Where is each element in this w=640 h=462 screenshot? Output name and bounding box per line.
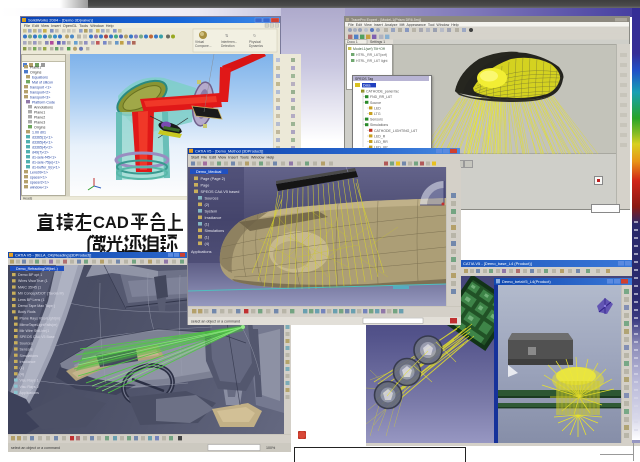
svg-text:(1): (1): [205, 222, 210, 226]
svg-text:HTRL_RR_L6T(wrf): HTRL_RR_L6T(wrf): [356, 53, 387, 57]
svg-text:Demo_RefractingOff(bel..): Demo_RefractingOff(bel..): [16, 267, 58, 271]
svg-text:Demo BP opt 1: Demo BP opt 1: [18, 273, 42, 277]
svg-text:(2): (2): [205, 203, 210, 207]
svg-text:d3365(4)<1>: d3365(4)<1>: [32, 140, 53, 144]
svg-text:Data: Data: [363, 84, 370, 88]
svg-text:Platform Code: Platform Code: [32, 100, 55, 104]
svg-text:Plane3: Plane3: [34, 120, 45, 124]
svg-text:Equations: Equations: [32, 75, 48, 79]
svg-text:Irradiance: Irradiance: [20, 360, 36, 364]
svg-text:CATHODE_LIGHTING_L6T: CATHODE_LIGHTING_L6T: [374, 129, 418, 133]
svg-text:Mir Concept/DOT (Tavola M): Mir Concept/DOT (Tavola M): [18, 292, 64, 296]
svg-text:Plane1: Plane1: [34, 110, 45, 114]
svg-text:transport<2>: transport<2>: [30, 90, 50, 94]
svg-text:Mat of silicon: Mat of silicon: [32, 80, 53, 84]
svg-text:d1-sele-f45<1>: d1-sele-f45<1>: [32, 155, 56, 159]
svg-text:Start File Edit View Inser: Start File Edit View Insert Tools Window…: [191, 156, 274, 160]
svg-text:CATIA V5 - [Demo_base_L4 (Prod: CATIA V5 - [Demo_base_L4 (Product)]: [463, 261, 532, 266]
svg-text:Simulations: Simulations: [370, 123, 388, 127]
svg-text:Simulations: Simulations: [205, 229, 225, 233]
svg-text:SPEOS Tag: SPEOS Tag: [355, 77, 373, 81]
svg-text:CAD: CAD: [93, 214, 129, 232]
svg-text:CATHODE_panel fac: CATHODE_panel fac: [366, 90, 399, 94]
svg-text:Detection: Detection: [221, 44, 235, 48]
svg-text:Irradiance: Irradiance: [205, 216, 222, 220]
svg-text:Demo_Medical: Demo_Medical: [196, 170, 221, 174]
svg-text:d49(7)<2>: d49(7)<2>: [32, 150, 49, 154]
svg-text:Page (Page 2): Page (Page 2): [201, 177, 226, 181]
svg-text:Wires VisorTrue (1: Wires VisorTrue (1: [18, 279, 48, 283]
svg-text:Lens BP Lens (1: Lens BP Lens (1: [18, 298, 45, 302]
svg-text:d1-buffer_f(e)<1>: d1-buffer_f(e)<1>: [32, 165, 60, 169]
svg-text:Applications: Applications: [20, 391, 40, 395]
svg-text:LTG: LTG: [374, 112, 381, 116]
svg-text:Origins: Origins: [34, 125, 46, 129]
svg-text:TracePro Expert - [Model-1(Pri: TracePro Expert - [Model-1(Prism DR6.5m)…: [351, 18, 421, 22]
svg-text:Page: Page: [201, 183, 210, 187]
svg-text:select an object or a command: select an object or a command: [191, 320, 240, 324]
svg-text:Simulations: Simulations: [20, 354, 39, 358]
svg-text:Model-1(wrf) Tilt+Off: Model-1(wrf) Tilt+Off: [353, 47, 385, 51]
svg-text:Visu Rays 1: Visu Rays 1: [20, 379, 39, 383]
svg-text:Demo_betaV5_L4(Product): Demo_betaV5_L4(Product): [502, 279, 551, 284]
svg-text:CATIA V5 - [BELA_OK(Reading)(3: CATIA V5 - [BELA_OK(Reading)(3DProduct)]: [15, 254, 91, 258]
svg-text:(4): (4): [205, 242, 210, 246]
svg-text:spacer2<1>: spacer2<1>: [30, 180, 49, 184]
svg-text:transport <1>: transport <1>: [30, 85, 51, 89]
svg-text:Heads: Heads: [23, 196, 33, 200]
svg-text:select an object or a command: select an object or a command: [11, 446, 60, 450]
svg-text:1.00 d01: 1.00 d01: [32, 130, 46, 134]
svg-text:SPEOS CAA V5 based: SPEOS CAA V5 based: [201, 190, 240, 194]
svg-text:spacer<1>: spacer<1>: [30, 175, 47, 179]
svg-text:Visu Rays 2: Visu Rays 2: [20, 385, 39, 389]
svg-text:Plane2: Plane2: [34, 115, 45, 119]
svg-text:Sensors: Sensors: [20, 348, 33, 352]
svg-text:d1-sele-75(e)<1>: d1-sele-75(e)<1>: [32, 160, 60, 164]
svg-text:MAIC 35/45 (1: MAIC 35/45 (1: [18, 285, 41, 289]
svg-text:CATIA V5 - [Demo_Method (3DPro: CATIA V5 - [Demo_Method (3DProduct)]: [195, 150, 263, 154]
svg-text:(1): (1): [20, 366, 24, 370]
svg-text:LED_RR: LED_RR: [374, 140, 388, 144]
svg-text:window<1>: window<1>: [30, 185, 48, 189]
svg-text:Mir Wire StdLine(1: Mir Wire StdLine(1: [20, 329, 50, 333]
svg-text:File Edit View Insert Anal: File Edit View Insert Analyze Mft Appear…: [348, 23, 459, 27]
svg-text:Plane Rays VisorLight(m): Plane Rays VisorLight(m): [20, 317, 61, 321]
svg-text:Origins: Origins: [30, 70, 42, 74]
svg-text:SolidWorks 2004 - [Demo 3D(val: SolidWorks 2004 - [Demo 3D(valve)]: [28, 18, 93, 23]
svg-text:Applications: Applications: [191, 250, 212, 254]
svg-text:System: System: [205, 209, 218, 213]
svg-text:(4): (4): [20, 372, 24, 376]
svg-text:Sources: Sources: [20, 341, 33, 345]
svg-text:Source: Source: [370, 101, 381, 105]
svg-text:LED: LED: [374, 106, 381, 110]
svg-text:Lens09<1>: Lens09<1>: [30, 170, 48, 174]
svg-text:d3365(4)<2>: d3365(4)<2>: [32, 145, 53, 149]
svg-text:↻: ↻: [253, 33, 256, 38]
svg-text:transport<3>: transport<3>: [30, 95, 50, 99]
svg-text:SPEOS CAA V5 Base: SPEOS CAA V5 Base: [20, 335, 55, 339]
svg-text:Annotations: Annotations: [34, 105, 53, 109]
svg-text:Plane1: Plane1: [30, 65, 41, 69]
svg-text:Demo Tape Max Tape (: Demo Tape Max Tape (: [18, 304, 56, 308]
svg-text:MirrorTapeLightFalls(m): MirrorTapeLightFalls(m): [20, 323, 58, 327]
svg-text:HTRL_RR_L6T light: HTRL_RR_L6T light: [356, 59, 387, 63]
svg-text:Body Rods: Body Rods: [18, 310, 36, 314]
svg-text:Sensors: Sensors: [370, 118, 383, 122]
svg-text:LED_R: LED_R: [374, 134, 386, 138]
svg-text:FND_RR_L6T: FND_RR_L6T: [370, 95, 393, 99]
svg-text:100%: 100%: [266, 446, 276, 450]
svg-text:Compone...: Compone...: [195, 44, 212, 48]
svg-text:Dynamics: Dynamics: [249, 44, 263, 48]
svg-text:File Edit View Insert Open: File Edit View Insert OpenGL Tools Windo…: [24, 24, 114, 28]
svg-text:d3365(1)<1>: d3365(1)<1>: [32, 135, 53, 139]
svg-text:Sources: Sources: [205, 196, 219, 200]
svg-text:(1): (1): [205, 235, 210, 239]
